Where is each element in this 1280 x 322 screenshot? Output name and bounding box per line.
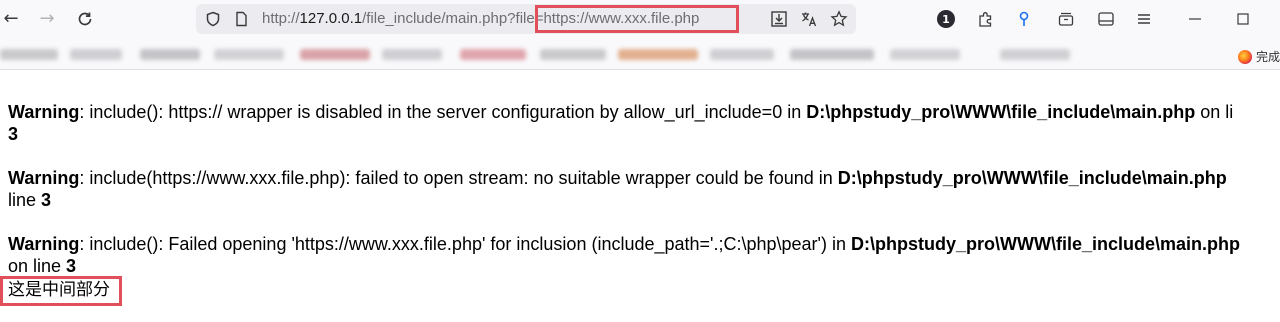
warning-message-3: Warning: include(): Failed opening 'http… bbox=[8, 233, 1280, 277]
bookmark-item[interactable] bbox=[460, 49, 526, 60]
warning-text: : include(): Failed opening 'https://www… bbox=[79, 234, 851, 254]
notification-count: 1 bbox=[937, 10, 955, 28]
bookmark-star-icon[interactable] bbox=[830, 10, 848, 28]
url-prefix: http:// bbox=[262, 10, 300, 27]
warning-file: D:\phpstudy_pro\WWW\file_include\main.ph… bbox=[850, 234, 1240, 254]
warning-file: D:\phpstudy_pro\WWW\file_include\main.ph… bbox=[837, 168, 1227, 188]
sidebar-icon[interactable] bbox=[1096, 9, 1116, 29]
menu-icon[interactable] bbox=[1134, 9, 1154, 29]
warning-line: 3 bbox=[8, 124, 19, 144]
warning-line-prefix: line bbox=[8, 190, 42, 210]
bookmark-item[interactable] bbox=[890, 49, 960, 60]
warning-label: Warning bbox=[8, 168, 80, 188]
bookmark-item[interactable] bbox=[70, 49, 122, 60]
notification-badge[interactable]: 1 bbox=[936, 9, 956, 29]
back-button[interactable]: ← bbox=[0, 8, 22, 30]
warning-text: : include(https://www.xxx.file.php): fai… bbox=[79, 168, 838, 188]
url-path: /file_include/main.php? bbox=[362, 10, 516, 27]
url-query-highlight bbox=[535, 5, 739, 33]
middle-text-highlight bbox=[0, 276, 122, 306]
warning-message-1: Warning: include(): https:// wrapper is … bbox=[8, 101, 1280, 145]
bookmarks-bar: 完成 bbox=[0, 38, 1280, 70]
warning-label: Warning bbox=[8, 102, 80, 122]
containers-icon[interactable] bbox=[1056, 9, 1076, 29]
page-icon[interactable] bbox=[232, 10, 250, 28]
bookmark-item[interactable] bbox=[214, 49, 284, 60]
bookmark-item[interactable] bbox=[1000, 49, 1070, 60]
warning-line: 3 bbox=[41, 190, 52, 210]
reload-button[interactable] bbox=[74, 8, 96, 30]
minimize-icon[interactable] bbox=[1185, 9, 1205, 29]
warning-line: 3 bbox=[66, 256, 77, 276]
bookmark-item[interactable] bbox=[618, 49, 698, 60]
bookmark-done[interactable]: 完成 bbox=[1237, 48, 1280, 65]
address-bar[interactable]: http://127.0.0.1/file_include/main.php?f… bbox=[196, 4, 856, 34]
forward-button[interactable]: → bbox=[36, 8, 58, 30]
arrow-right-icon: → bbox=[39, 8, 55, 29]
bookmark-item[interactable] bbox=[0, 49, 58, 60]
maximize-icon[interactable] bbox=[1233, 9, 1253, 29]
warning-line-prefix: on line bbox=[8, 256, 67, 276]
browser-toolbar: ← → http://127.0.0.1/file_include/main.p… bbox=[0, 0, 1280, 38]
download-icon[interactable] bbox=[770, 10, 788, 28]
bookmark-item[interactable] bbox=[140, 49, 200, 60]
bookmark-item[interactable] bbox=[710, 49, 774, 60]
reload-icon bbox=[78, 12, 92, 26]
warning-file: D:\phpstudy_pro\WWW\file_include\main.ph… bbox=[806, 102, 1196, 122]
warning-message-2: Warning: include(https://www.xxx.file.ph… bbox=[8, 167, 1280, 211]
bookmark-item[interactable] bbox=[300, 49, 370, 60]
bookmark-item[interactable] bbox=[540, 49, 606, 60]
bookmark-done-label: 完成 bbox=[1255, 50, 1280, 64]
firefox-icon bbox=[1237, 49, 1252, 64]
shield-icon[interactable] bbox=[204, 10, 222, 28]
url-host: 127.0.0.1 bbox=[299, 10, 363, 27]
bookmark-item[interactable] bbox=[382, 49, 442, 60]
warning-label: Warning bbox=[8, 234, 80, 254]
warning-suffix: on li bbox=[1195, 102, 1234, 122]
translate-icon[interactable] bbox=[800, 10, 818, 28]
warning-text: : include(): https:// wrapper is disable… bbox=[79, 102, 807, 122]
extensions-icon[interactable] bbox=[976, 9, 996, 29]
arrow-left-icon: ← bbox=[3, 8, 19, 29]
location-pin-icon[interactable] bbox=[1014, 9, 1034, 29]
bookmark-item[interactable] bbox=[790, 49, 874, 60]
